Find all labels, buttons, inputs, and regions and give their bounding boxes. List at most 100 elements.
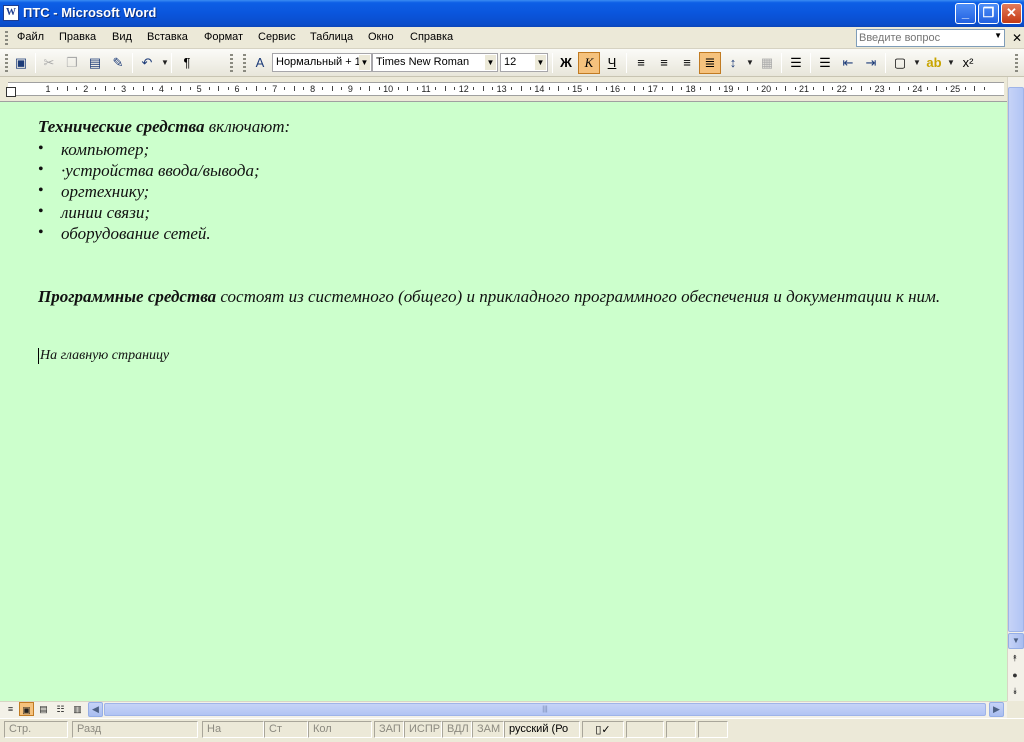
toolbar-options-grip[interactable] [1015, 54, 1018, 72]
status-language[interactable]: русский (Ро [504, 721, 580, 738]
style-combo[interactable]: Нормальный + 1 ▼ [272, 53, 372, 72]
menu-window[interactable]: Окно [368, 31, 394, 43]
font-combo[interactable]: Times New Roman ▼ [372, 53, 498, 72]
align-center-icon[interactable]: ≡ [653, 52, 675, 74]
menu-format[interactable]: Формат [204, 31, 243, 43]
ask-question-input[interactable] [857, 30, 987, 46]
ruler-tick [416, 87, 418, 90]
ruler-tick [964, 87, 966, 90]
chevron-down-icon[interactable]: ▼ [535, 55, 546, 70]
scroll-right-button[interactable]: ▶ [989, 702, 1004, 717]
highlight-dropdown-icon[interactable]: ▼ [947, 52, 955, 74]
superscript-icon[interactable]: x² [957, 52, 979, 74]
normal-view-icon[interactable]: ≡ [3, 702, 18, 716]
ruler-tick [397, 87, 399, 90]
chevron-down-icon[interactable]: ▼ [485, 55, 496, 70]
ruler[interactable]: 1 2 3 4 5 6 7 8 9 10 11 12 13 14 15 16 17 18 19 20 21 22 23 24 2… [0, 77, 1007, 101]
font-size-combo[interactable]: 12 ▼ [500, 53, 548, 72]
status-record-macro[interactable]: ЗАП [374, 721, 404, 738]
menu-grip[interactable] [5, 31, 8, 45]
undo-icon[interactable]: ↶ [136, 52, 158, 74]
ruler-number: 21 [798, 84, 810, 94]
chevron-down-icon[interactable]: ▼ [359, 55, 370, 70]
paste-icon[interactable]: ▤ [84, 52, 106, 74]
italic-button[interactable]: К [578, 52, 600, 74]
ruler-tick [511, 87, 513, 90]
toolbar-options-grip[interactable] [230, 54, 233, 72]
scroll-down-button[interactable]: ▼ [1008, 633, 1024, 649]
ask-dropdown-icon[interactable]: ▼ [994, 31, 1002, 40]
columns-icon[interactable]: ▦ [756, 52, 778, 74]
menu-tools[interactable]: Сервис [258, 31, 296, 43]
reading-layout-view-icon[interactable]: ▥ [70, 702, 85, 716]
underline-button[interactable]: Ч [601, 52, 623, 74]
save-icon[interactable]: ▣ [10, 52, 32, 74]
minimize-button[interactable]: _ [955, 3, 976, 24]
close-document-icon[interactable]: ✕ [1012, 31, 1022, 45]
menu-edit[interactable]: Правка [59, 31, 96, 43]
decrease-indent-icon[interactable]: ⇤ [837, 52, 859, 74]
status-overtype[interactable]: ЗАМ [472, 721, 504, 738]
borders-dropdown-icon[interactable]: ▼ [913, 52, 921, 74]
ruler-tick [747, 86, 749, 91]
bullets-icon[interactable]: ☰ [814, 52, 836, 74]
ruler-tick [482, 86, 484, 91]
vertical-scrollbar[interactable]: ▼ [1007, 77, 1024, 701]
menu-help[interactable]: Справка [410, 31, 453, 43]
ruler-tick [813, 87, 815, 90]
ruler-tick [407, 86, 409, 91]
ask-question-box[interactable]: ▼ [856, 29, 1005, 47]
cut-icon[interactable]: ✂ [38, 52, 60, 74]
line-spacing-icon[interactable]: ↕ [722, 52, 744, 74]
outline-view-icon[interactable]: ☷ [53, 702, 68, 716]
ruler-number: 9 [347, 84, 353, 94]
spelling-status-icon[interactable]: ▯✓ [582, 721, 624, 738]
print-layout-view-icon[interactable]: ▤ [36, 702, 51, 716]
format-painter-icon[interactable]: ✎ [107, 52, 129, 74]
tab-selector[interactable] [6, 87, 16, 97]
vertical-scroll-thumb[interactable] [1008, 87, 1024, 632]
ruler-tick [520, 86, 522, 91]
formatting-toolbar-grip[interactable] [243, 54, 246, 72]
justify-icon[interactable]: ≣ [699, 52, 721, 74]
ruler-tick [548, 87, 550, 90]
previous-page-icon[interactable]: ⯭ [1008, 653, 1022, 664]
scroll-left-button[interactable]: ◀ [88, 702, 103, 717]
status-track-changes[interactable]: ИСПР [404, 721, 442, 738]
ruler-tick [558, 86, 560, 91]
web-layout-view-icon[interactable]: ▣ [19, 702, 34, 716]
separator [626, 53, 627, 73]
home-page-link[interactable]: На главную страницу [38, 348, 169, 364]
document-area[interactable]: Технические средства включают: компьютер… [0, 101, 1007, 701]
line-spacing-dropdown-icon[interactable]: ▼ [746, 52, 754, 74]
toolbar-grip[interactable] [5, 54, 8, 72]
menu-file[interactable]: Файл [17, 31, 44, 43]
styles-icon[interactable]: A [249, 52, 271, 74]
maximize-button[interactable]: ❐ [978, 3, 999, 24]
show-formatting-icon[interactable]: ¶ [176, 52, 198, 74]
align-left-icon[interactable]: ≡ [630, 52, 652, 74]
next-page-icon[interactable]: ⯯ [1008, 686, 1022, 697]
ruler-tick [898, 86, 900, 91]
horizontal-scroll-thumb[interactable]: ||| [104, 703, 986, 716]
increase-indent-icon[interactable]: ⇥ [860, 52, 882, 74]
highlight-icon[interactable]: ab [923, 52, 945, 74]
menu-view[interactable]: Вид [112, 31, 132, 43]
ruler-number: 8 [310, 84, 316, 94]
close-button[interactable]: ✕ [1001, 3, 1022, 24]
numbering-icon[interactable]: ☰ [785, 52, 807, 74]
copy-icon[interactable]: ❐ [61, 52, 83, 74]
menu-insert[interactable]: Вставка [147, 31, 188, 43]
borders-icon[interactable]: ▢ [889, 52, 911, 74]
ruler-tick [983, 87, 985, 90]
undo-dropdown-icon[interactable]: ▼ [161, 52, 169, 74]
title-bar[interactable]: W ПТС - Microsoft Word _ ❐ ✕ [0, 0, 1024, 27]
browse-object-icon[interactable]: ● [1008, 670, 1022, 680]
word-app-icon[interactable]: W [3, 5, 19, 21]
status-extend[interactable]: ВДЛ [442, 721, 472, 738]
align-right-icon[interactable]: ≡ [676, 52, 698, 74]
menu-table[interactable]: Таблица [310, 31, 353, 43]
bold-button[interactable]: Ж [555, 52, 577, 74]
ruler-tick [180, 86, 182, 91]
ruler-tick [605, 87, 607, 90]
